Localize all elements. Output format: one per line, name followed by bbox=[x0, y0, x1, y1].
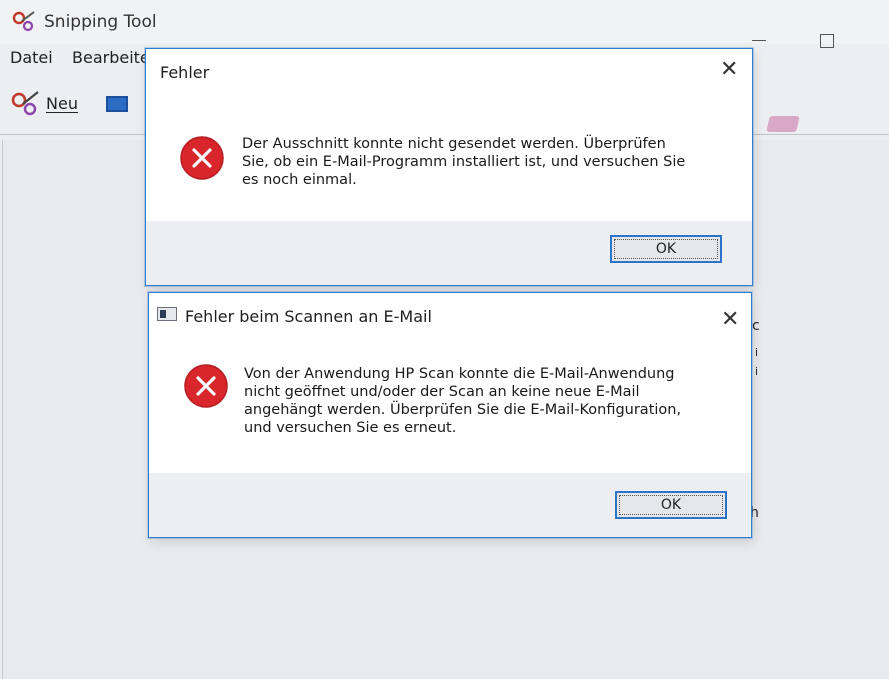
message-line: angehängt werden. Überprüfen Sie die E-M… bbox=[244, 402, 682, 418]
ok-button[interactable]: OK bbox=[615, 491, 727, 519]
message-line: Sie, ob ein E-Mail-Programm installiert … bbox=[242, 154, 686, 170]
scanner-app-icon bbox=[157, 307, 177, 321]
error-message: Von der Anwendung HP Scan konnte die E-M… bbox=[244, 365, 681, 437]
error-icon bbox=[184, 364, 228, 408]
message-line: Von der Anwendung HP Scan konnte die E-M… bbox=[244, 366, 675, 382]
dialog-titlebar: Fehler ✕ bbox=[146, 49, 752, 97]
snipping-tool-titlebar: Snipping Tool bbox=[0, 0, 889, 48]
dialog-footer: OK bbox=[146, 221, 752, 285]
minimize-button[interactable] bbox=[752, 40, 766, 41]
dialog-body: Von der Anwendung HP Scan konnte die E-M… bbox=[149, 341, 751, 473]
edge-glyph: i bbox=[755, 346, 759, 359]
new-snip-icon bbox=[11, 91, 39, 116]
message-line: nicht geöffnet und/oder der Scan an kein… bbox=[244, 384, 640, 400]
message-line: Der Ausschnitt konnte nicht gesendet wer… bbox=[242, 136, 666, 152]
app-title: Snipping Tool bbox=[44, 12, 157, 32]
menu-edit[interactable]: Bearbeite bbox=[72, 48, 150, 67]
error-message: Der Ausschnitt konnte nicht gesendet wer… bbox=[242, 135, 685, 189]
message-line: es noch einmal. bbox=[242, 172, 357, 188]
message-line: und versuchen Sie es erneut. bbox=[244, 420, 457, 436]
error-icon bbox=[180, 136, 224, 180]
ok-button[interactable]: OK bbox=[610, 235, 722, 263]
close-icon[interactable]: ✕ bbox=[720, 59, 738, 81]
dialog-title: Fehler bbox=[160, 63, 210, 82]
edge-glyph: c bbox=[752, 318, 760, 334]
snipping-tool-logo-icon bbox=[12, 11, 35, 32]
maximize-button[interactable] bbox=[820, 34, 834, 48]
eraser-icon[interactable] bbox=[766, 116, 800, 132]
dialog-title: Fehler beim Scannen an E-Mail bbox=[185, 307, 432, 326]
error-dialog-scan: Fehler beim Scannen an E-Mail ✕ Von der … bbox=[148, 292, 752, 538]
menu-file[interactable]: Datei bbox=[10, 48, 53, 67]
edge-glyph: i bbox=[755, 365, 759, 378]
dialog-body: Der Ausschnitt konnte nicht gesendet wer… bbox=[146, 97, 752, 221]
snip-mode-icon[interactable] bbox=[106, 96, 128, 112]
dialog-footer: OK bbox=[149, 473, 751, 537]
dialog-titlebar: Fehler beim Scannen an E-Mail ✕ bbox=[149, 293, 751, 341]
close-icon[interactable]: ✕ bbox=[721, 309, 739, 331]
new-snip-label: Neu bbox=[46, 94, 78, 113]
error-dialog-send: Fehler ✕ Der Ausschnitt konnte nicht ges… bbox=[145, 48, 753, 286]
